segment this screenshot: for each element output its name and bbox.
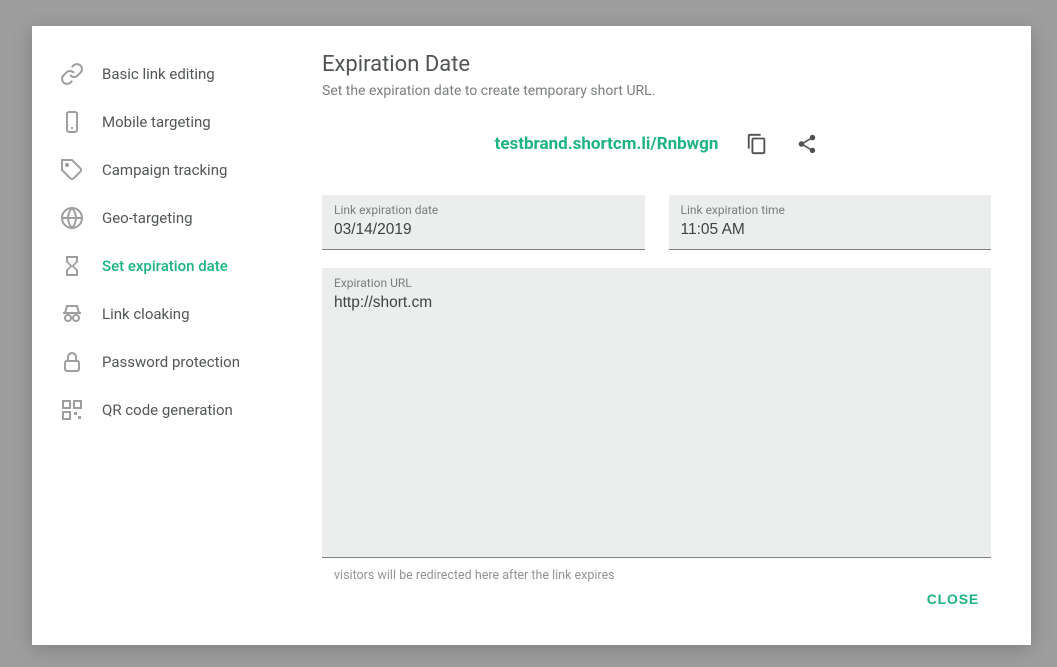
sidebar-item-label: Mobile targeting xyxy=(102,113,211,131)
sidebar-item-label: QR code generation xyxy=(102,401,233,419)
link-icon xyxy=(60,62,84,86)
sidebar-item-geo-targeting[interactable]: Geo-targeting xyxy=(32,194,322,242)
hourglass-icon xyxy=(60,254,84,278)
sidebar-item-link-cloaking[interactable]: Link cloaking xyxy=(32,290,322,338)
sidebar-item-set-expiration-date[interactable]: Set expiration date xyxy=(32,242,322,290)
content-panel: Expiration Date Set the expiration date … xyxy=(322,26,1031,645)
expiration-time-field[interactable]: Link expiration time xyxy=(669,195,992,250)
qr-icon xyxy=(60,398,84,422)
sidebar-item-mobile-targeting[interactable]: Mobile targeting xyxy=(32,98,322,146)
expiration-url-field[interactable]: Expiration URL xyxy=(322,268,991,558)
expiration-url-input[interactable] xyxy=(334,294,979,312)
sidebar-item-campaign-tracking[interactable]: Campaign tracking xyxy=(32,146,322,194)
incognito-icon xyxy=(60,302,84,326)
short-url-row: testbrand.shortcm.li/Rnbwgn xyxy=(322,133,991,155)
fields-row: Link expiration date Link expiration tim… xyxy=(322,195,991,250)
page-subtitle: Set the expiration date to create tempor… xyxy=(322,83,991,99)
modal-footer: CLOSE xyxy=(322,583,991,625)
close-button[interactable]: CLOSE xyxy=(915,583,991,615)
mobile-icon xyxy=(60,110,84,134)
expiration-time-input[interactable] xyxy=(681,221,980,239)
sidebar-item-label: Basic link editing xyxy=(102,65,215,83)
modal-dialog: Basic link editing Mobile targeting Camp… xyxy=(32,26,1031,645)
sidebar-item-label: Geo-targeting xyxy=(102,209,193,227)
sidebar-nav: Basic link editing Mobile targeting Camp… xyxy=(32,26,322,645)
sidebar-item-basic-link-editing[interactable]: Basic link editing xyxy=(32,50,322,98)
short-url-text: testbrand.shortcm.li/Rnbwgn xyxy=(495,134,719,154)
expiration-date-field[interactable]: Link expiration date xyxy=(322,195,645,250)
tag-icon xyxy=(60,158,84,182)
expiration-url-helper: visitors will be redirected here after t… xyxy=(322,568,991,583)
copy-icon[interactable] xyxy=(746,133,768,155)
sidebar-item-label: Password protection xyxy=(102,353,240,371)
sidebar-item-label: Link cloaking xyxy=(102,305,190,323)
sidebar-item-label: Set expiration date xyxy=(102,257,228,275)
field-label: Link expiration time xyxy=(681,203,980,217)
sidebar-item-password-protection[interactable]: Password protection xyxy=(32,338,322,386)
field-label: Link expiration date xyxy=(334,203,633,217)
sidebar-item-label: Campaign tracking xyxy=(102,161,227,179)
field-label: Expiration URL xyxy=(334,276,979,290)
sidebar-item-qr-code-generation[interactable]: QR code generation xyxy=(32,386,322,434)
globe-icon xyxy=(60,206,84,230)
lock-icon xyxy=(60,350,84,374)
share-icon[interactable] xyxy=(796,133,818,155)
expiration-date-input[interactable] xyxy=(334,221,633,239)
page-title: Expiration Date xyxy=(322,52,991,77)
